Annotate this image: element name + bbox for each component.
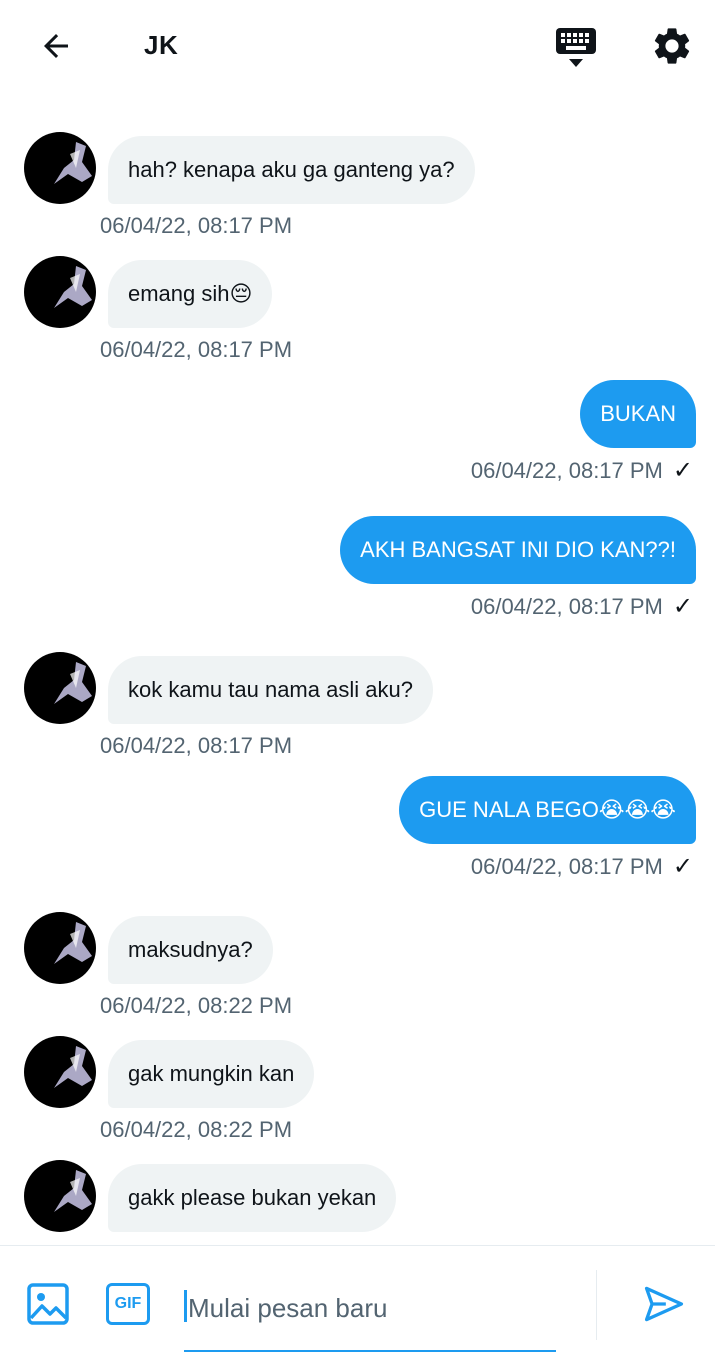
sender-avatar[interactable] <box>24 912 96 984</box>
message-bubble-outgoing[interactable]: GUE NALA BEGO😭😭😭 <box>399 776 696 844</box>
sender-avatar[interactable] <box>24 132 96 204</box>
message-meta: 06/04/22, 08:17 PM ✓ <box>471 456 693 485</box>
gear-icon <box>654 28 690 64</box>
conversation-header: JK <box>0 0 715 92</box>
dm-conversation-screen: JK hah? kenapa aku ga ganteng ya? 06/04/… <box>0 0 715 1366</box>
keyboard-toggle-button[interactable] <box>554 26 598 70</box>
message-timestamp: 06/04/22, 08:17 PM <box>470 593 663 619</box>
sender-avatar[interactable] <box>24 1160 96 1232</box>
composer-divider <box>596 1270 597 1340</box>
message-input[interactable] <box>184 1288 556 1328</box>
message-bubble-incoming[interactable]: maksudnya? <box>108 916 273 984</box>
message-timestamp: 06/04/22, 08:22 PM <box>100 1117 293 1142</box>
message-timestamp: 06/04/22, 08:17 PM <box>470 853 663 879</box>
keyboard-icon <box>556 28 596 67</box>
send-icon <box>644 1286 684 1322</box>
conversation-title[interactable]: JK <box>144 30 178 61</box>
message-timestamp: 06/04/22, 08:22 PM <box>100 993 293 1018</box>
message-bubble-incoming[interactable]: gak mungkin kan <box>108 1040 315 1108</box>
message-timestamp: 06/04/22, 08:17 PM <box>100 733 293 758</box>
add-gif-button[interactable]: GIF <box>106 1283 150 1325</box>
add-media-button[interactable] <box>26 1282 70 1326</box>
sender-avatar[interactable] <box>24 652 96 724</box>
message-bubble-incoming[interactable]: hah? kenapa aku ga ganteng ya? <box>108 136 475 204</box>
message-composer: GIF <box>0 1245 715 1366</box>
message-bubble-incoming[interactable]: gakk please bukan yekan <box>108 1164 397 1232</box>
message-meta: 06/04/22, 08:17 PM ✓ <box>471 592 693 621</box>
message-timestamp: 06/04/22, 08:17 PM <box>470 457 663 483</box>
sent-check-icon: ✓ <box>672 593 693 620</box>
sent-check-icon: ✓ <box>672 853 693 880</box>
sent-check-icon: ✓ <box>672 457 693 484</box>
send-button[interactable] <box>642 1282 686 1326</box>
sender-avatar[interactable] <box>24 1036 96 1108</box>
message-timestamp: 06/04/22, 08:17 PM <box>100 337 293 362</box>
message-meta: 06/04/22, 08:17 PM ✓ <box>471 852 693 881</box>
arrow-left-icon <box>44 34 68 58</box>
message-bubble-incoming[interactable]: kok kamu tau nama asli aku? <box>108 656 433 724</box>
back-button[interactable] <box>34 26 78 66</box>
image-icon <box>27 1283 69 1325</box>
message-timestamp: 06/04/22, 08:17 PM <box>100 213 293 238</box>
settings-button[interactable] <box>650 24 694 68</box>
message-bubble-outgoing[interactable]: BUKAN <box>580 380 696 448</box>
message-input-wrapper <box>184 1276 556 1352</box>
message-bubble-incoming[interactable]: emang sih😔 <box>108 260 273 328</box>
sender-avatar[interactable] <box>24 256 96 328</box>
message-bubble-outgoing[interactable]: AKH BANGSAT INI DIO KAN??! <box>340 516 696 584</box>
